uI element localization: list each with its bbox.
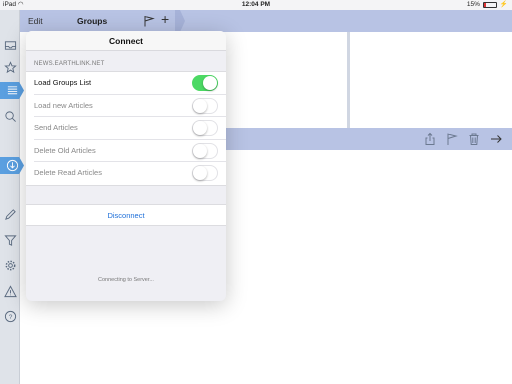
load-articles-toggle[interactable] [192,97,218,114]
arrow-right-icon[interactable] [489,132,503,146]
connection-status: Connecting to Server... [98,277,154,283]
option-label: Load new Articles [34,100,93,110]
send-articles-toggle[interactable] [192,120,218,136]
share-icon[interactable] [423,132,437,146]
svg-text:?: ? [9,314,13,321]
gear-icon[interactable] [2,257,19,274]
disconnect-button[interactable]: Disconnect [26,203,226,226]
add-button[interactable]: + [161,12,169,26]
status-bar: iPad ◠ 12:04 PM 15% ⚡ [0,0,512,10]
battery-percent: 15% [466,1,480,8]
option-row-load-groups[interactable]: Load Groups List [34,72,226,95]
edit-button[interactable]: Edit [28,16,43,26]
toolbar-title: Groups [77,16,108,26]
server-name: NEWS.EARTHLINK.NET [34,61,105,67]
top-toolbar: Edit Groups + [20,10,512,32]
option-label: Delete Read Articles [34,168,102,177]
search-icon[interactable] [2,108,19,125]
flag-icon[interactable] [445,132,459,146]
delete-old-toggle[interactable] [192,142,218,159]
list-icon[interactable] [0,82,24,99]
option-row-load-articles[interactable]: Load new Articles [34,95,226,117]
charging-icon: ⚡ [499,1,508,8]
option-row-send-articles[interactable]: Send Articles [34,117,226,140]
pencil-icon[interactable] [2,206,19,223]
status-time: 12:04 PM [241,1,271,8]
article-toolbar [226,128,512,150]
pane-divider [347,32,350,128]
help-icon[interactable]: ? [2,308,19,325]
option-label: Load Groups List [34,78,92,87]
filter-icon[interactable] [2,232,19,249]
options-group: Load Groups List Load new Articles Send … [26,71,226,186]
option-label: Delete Old Articles [34,145,96,155]
warning-icon[interactable] [2,283,19,300]
connect-popover: Connect NEWS.EARTHLINK.NET Load Groups L… [26,31,226,301]
flag-icon[interactable] [143,14,155,27]
load-groups-toggle[interactable] [192,75,218,91]
trash-icon[interactable] [467,132,481,146]
download-icon[interactable] [0,157,24,174]
option-row-delete-old[interactable]: Delete Old Articles [34,140,226,162]
sidebar: ? [0,10,24,384]
pane-chevron [175,10,185,32]
battery-icon [482,2,497,8]
star-icon[interactable] [2,59,19,76]
delete-read-toggle[interactable] [192,165,218,181]
option-label: Send Articles [34,123,78,132]
inbox-icon[interactable] [2,37,19,54]
popover-title: Connect [26,31,226,51]
option-row-delete-read[interactable]: Delete Read Articles [34,162,226,185]
